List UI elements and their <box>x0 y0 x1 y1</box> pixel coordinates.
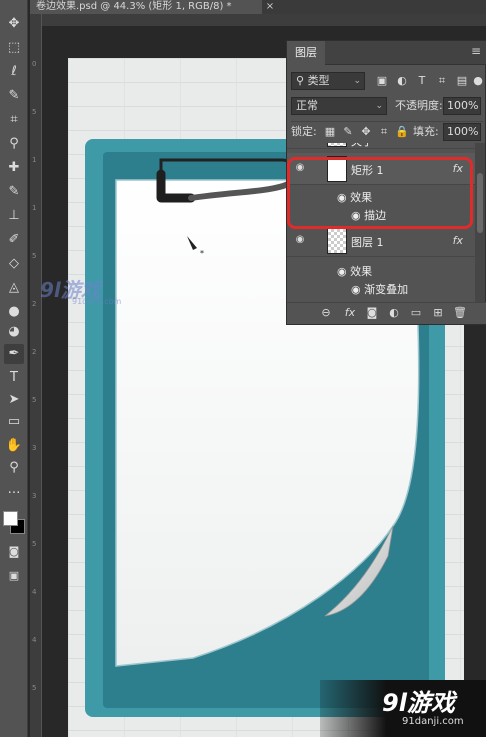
fill-field[interactable]: 100% <box>443 123 481 141</box>
paint-bucket-icon[interactable]: ◬ <box>4 278 24 298</box>
lock-transparency-icon[interactable]: ▦ <box>323 124 337 140</box>
healing-brush-icon[interactable]: ✚ <box>4 158 24 178</box>
layer-name: 图层 1 <box>351 236 384 249</box>
layers-scrollbar[interactable] <box>475 143 485 303</box>
clone-stamp-icon[interactable]: ⊥ <box>4 206 24 226</box>
layer-row[interactable]: ◉ 矢子 <box>287 143 475 149</box>
blend-row: 正常 ⌄ 不透明度: 100% <box>291 97 483 117</box>
new-group-icon[interactable]: ▭ <box>409 306 423 320</box>
more-tools-icon[interactable]: … <box>4 480 24 500</box>
shape-filter-icon[interactable]: ⌗ <box>435 72 449 90</box>
type-icon[interactable]: T <box>4 368 24 388</box>
horizontal-ruler <box>30 14 486 26</box>
add-mask-icon[interactable]: ◙ <box>365 306 379 320</box>
lock-artboard-icon[interactable]: ⌗ <box>377 124 391 140</box>
lock-pixels-icon[interactable]: ✎ <box>341 124 355 140</box>
watermark-bottom-url: 91danji.com <box>402 716 464 727</box>
fx-icon[interactable]: fx <box>453 234 463 247</box>
quick-select-icon[interactable]: ✎ <box>4 86 24 106</box>
layer-row[interactable]: ◉ 图层 1 fx <box>287 225 475 257</box>
add-style-icon[interactable]: fx <box>343 306 357 320</box>
opacity-label: 不透明度: <box>395 99 443 112</box>
marquee-icon[interactable]: ⬚ <box>4 38 24 58</box>
type-filter-icon[interactable]: T <box>415 72 429 90</box>
blend-mode-select[interactable]: 正常 ⌄ <box>291 97 387 115</box>
watermark-bottom-logo: 9l游戏 <box>382 689 455 717</box>
smart-object-filter-icon[interactable]: ▤ <box>455 72 469 90</box>
watermark-bottom: 9l游戏 91danji.com <box>320 680 486 737</box>
svg-text:*: * <box>200 249 204 258</box>
panel-menu-icon[interactable]: ≡ <box>471 44 481 58</box>
filter-kind-select[interactable]: ⚲ 类型 ⌄ <box>291 72 365 90</box>
new-layer-icon[interactable]: ⊞ <box>431 306 445 320</box>
zoom-icon[interactable]: ⚲ <box>4 458 24 478</box>
search-icon: ⚲ <box>296 74 308 87</box>
foreground-color-swatch[interactable] <box>3 511 18 526</box>
brush-icon[interactable]: ✎ <box>4 182 24 202</box>
filter-row: ⚲ 类型 ⌄ ▣ ◐ T ⌗ ▤ ● <box>291 71 483 91</box>
pixel-filter-icon[interactable]: ▣ <box>375 72 389 90</box>
opacity-field[interactable]: 100% <box>443 97 481 115</box>
watermark-url: 91danji.com <box>72 297 122 306</box>
lock-all-icon[interactable]: 🔒 <box>395 124 409 140</box>
tab-layers[interactable]: 图层 <box>287 41 325 65</box>
filter-toggle-icon[interactable]: ● <box>471 72 485 90</box>
layer-thumbnail <box>327 228 347 254</box>
lasso-icon[interactable]: ℓ <box>4 62 24 82</box>
eye-icon[interactable]: ◉ <box>351 283 364 296</box>
lock-label: 锁定: <box>291 125 317 138</box>
document-tab-bar: 卷边效果.psd @ 44.3% (矩形 1, RGB/8) * × <box>30 0 486 14</box>
eye-icon[interactable]: ◉ <box>337 265 350 278</box>
link-layers-icon[interactable]: ⊖ <box>319 306 333 320</box>
move-icon[interactable]: ✥ <box>4 14 24 34</box>
screen-mode-icon[interactable]: ▣ <box>4 566 24 586</box>
crop-icon[interactable]: ⌗ <box>4 110 24 130</box>
close-tab-icon[interactable]: × <box>263 0 277 14</box>
delete-layer-icon[interactable]: 🗑 <box>453 306 467 320</box>
adjustment-layer-icon[interactable]: ◐ <box>387 306 401 320</box>
tools-panel: ✥ ⬚ ℓ ✎ ⌗ ⚲ ✚ ✎ ⊥ ✐ ◇ ◬ ● ◕ ✒ T ➤ ▭ ✋ ⚲ … <box>0 0 28 737</box>
dodge-icon[interactable]: ◕ <box>4 322 24 342</box>
highlight-annotation <box>287 157 473 229</box>
layers-panel-header: 图层 ≡ <box>287 41 486 65</box>
chevron-down-icon: ⌄ <box>375 101 383 111</box>
lock-row: 锁定: ▦ ✎ ✥ ⌗ 🔒 填充: 100% <box>291 121 483 141</box>
eraser-icon[interactable]: ◇ <box>4 254 24 274</box>
scroll-thumb[interactable] <box>477 173 483 233</box>
path-select-icon[interactable]: ➤ <box>4 390 24 410</box>
vertical-ruler: 0 5 1 1 5 2 2 5 3 3 5 4 4 5 <box>30 14 42 737</box>
lock-position-icon[interactable]: ✥ <box>359 124 373 140</box>
history-brush-icon[interactable]: ✐ <box>4 230 24 250</box>
layer-thumbnail <box>327 143 347 147</box>
hand-icon[interactable]: ✋ <box>4 436 24 456</box>
document-tab[interactable]: 卷边效果.psd @ 44.3% (矩形 1, RGB/8) * <box>30 0 262 14</box>
blur-icon[interactable]: ● <box>4 302 24 322</box>
fill-label: 填充: <box>413 125 439 138</box>
pen-icon[interactable]: ✒ <box>4 344 24 364</box>
eyedropper-icon[interactable]: ⚲ <box>4 134 24 154</box>
quick-mask-icon[interactable]: ◙ <box>4 542 24 562</box>
gradient-overlay-effect-row[interactable]: ◉ 渐变叠加 <box>351 281 408 297</box>
adjustment-filter-icon[interactable]: ◐ <box>395 72 409 90</box>
rectangle-icon[interactable]: ▭ <box>4 412 24 432</box>
effects-row[interactable]: ◉ 效果 <box>337 263 372 279</box>
eye-icon[interactable]: ◉ <box>293 234 307 245</box>
layer-name: 矢子 <box>351 143 373 149</box>
chevron-down-icon: ⌄ <box>353 76 361 86</box>
layers-panel-footer: ⊖ fx ◙ ◐ ▭ ⊞ 🗑 <box>287 302 486 324</box>
